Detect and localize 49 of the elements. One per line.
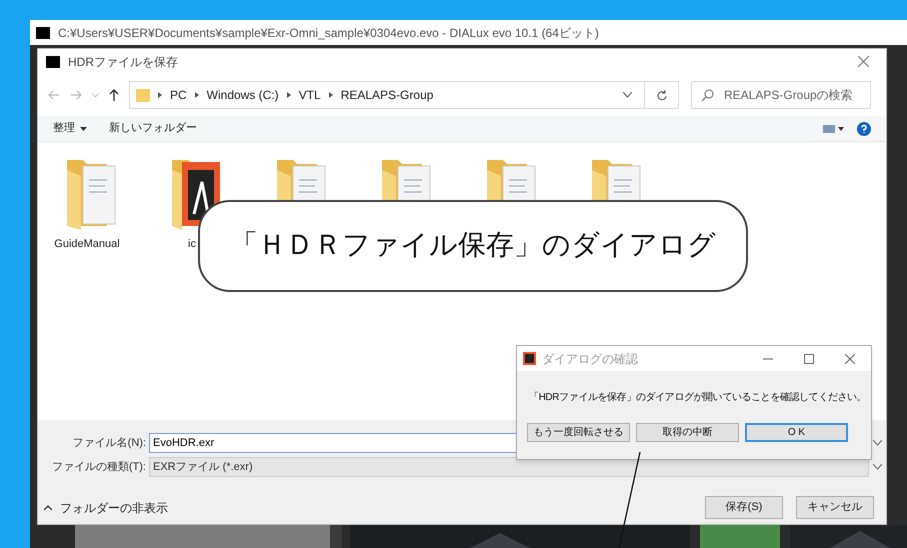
- refresh-icon[interactable]: [656, 90, 666, 100]
- chevron-down-icon[interactable]: [873, 464, 882, 470]
- field-label: ファイルの種類(T):: [50, 460, 147, 475]
- search-icon: [702, 89, 714, 101]
- toolbar-button[interactable]: 新しいフォルダー: [109, 120, 197, 137]
- dialog-title: ダイアログの確認: [542, 350, 639, 368]
- caret-icon: [80, 126, 87, 130]
- dialog-button[interactable]: 取得の中断: [636, 423, 739, 442]
- breadcrumb-item[interactable]: Windows (C:): [206, 86, 279, 104]
- file-type-dropdown[interactable]: EXRファイル (*.exr): [149, 457, 869, 477]
- chevron-down-icon[interactable]: [873, 440, 882, 446]
- breadcrumb-item[interactable]: REALAPS-Group: [340, 86, 434, 104]
- dialog-title: HDRファイルを保存: [68, 54, 179, 70]
- breadcrumb-item[interactable]: PC: [170, 86, 187, 104]
- dialog-button[interactable]: O K: [745, 423, 848, 442]
- chevron-right-icon: [328, 92, 333, 98]
- file-name[interactable]: GuideManual: [54, 236, 120, 252]
- chevron-down-icon[interactable]: [623, 92, 632, 98]
- close-icon: [858, 56, 869, 67]
- up-arrow-icon[interactable]: [109, 89, 119, 101]
- callout-text: 「ＨＤＲファイル保存」のダイアログ: [230, 229, 716, 263]
- maximize-icon[interactable]: [804, 354, 814, 364]
- folder-icon: [136, 88, 150, 102]
- hide-folders-button[interactable]: フォルダーの非表示: [44, 498, 168, 516]
- field-label: ファイル名(N):: [72, 436, 147, 451]
- address-bar[interactable]: PC Windows (C:) VTL REALAPS-Group: [129, 81, 679, 109]
- app-logo-icon: [523, 352, 536, 365]
- app-logo-icon: [36, 26, 50, 38]
- dialog-button[interactable]: 保存(S): [705, 496, 783, 519]
- chevron-right-icon: [158, 92, 162, 98]
- toolbar-button[interactable]: 整理: [53, 120, 87, 137]
- chevron-up-icon: [44, 505, 52, 510]
- app-logo-icon: [46, 56, 60, 68]
- dialog-button[interactable]: キャンセル: [796, 496, 874, 519]
- close-icon[interactable]: [845, 354, 855, 364]
- search-field[interactable]: REALAPS-Groupの検索: [691, 81, 871, 109]
- breadcrumb-item[interactable]: VTL: [298, 86, 321, 104]
- dialog-message: 「HDRファイルを保存」のダイアログが開いていることを確認してください。: [529, 390, 866, 405]
- dialog-button[interactable]: もう一度回転させる: [527, 423, 630, 442]
- chevron-right-icon: [194, 92, 199, 98]
- search-placeholder: REALAPS-Groupの検索: [724, 87, 853, 104]
- view-options-icon[interactable]: [823, 124, 845, 134]
- chevron-right-icon: [286, 92, 291, 98]
- window-title: C:¥Users¥USER¥Documents¥sample¥Exr-Omni_sample¥0304evo.evo - DIALux evo 10.1 (64ビット): [58, 24, 599, 42]
- file-type-value: EXRファイル (*.exr): [153, 460, 253, 475]
- file-name-value: EvoHDR.exr: [153, 436, 214, 451]
- file-name[interactable]: ic: [188, 236, 196, 252]
- minimize-icon[interactable]: [763, 358, 773, 360]
- help-icon[interactable]: [857, 122, 871, 136]
